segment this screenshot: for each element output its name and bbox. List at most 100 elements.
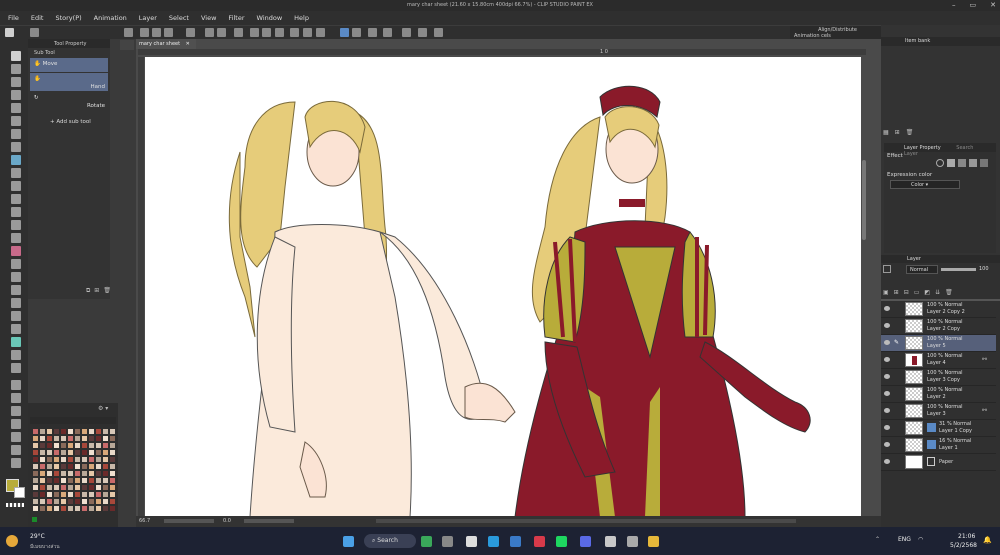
pen-tool-icon[interactable] [5, 28, 14, 37]
trash-icon[interactable]: 🗑 [945, 289, 953, 296]
color-swatch[interactable] [109, 470, 116, 477]
snap-icon[interactable] [340, 28, 349, 37]
spotify-icon[interactable] [556, 536, 567, 547]
color-swatch[interactable] [81, 442, 88, 449]
color-swatch[interactable] [88, 463, 95, 470]
color-swatch[interactable] [39, 463, 46, 470]
color-swatch[interactable] [109, 477, 116, 484]
blend-icon[interactable] [11, 220, 21, 230]
layer-row[interactable]: 100 % Normal Layer 3 ⚯ [881, 403, 996, 420]
close-icon[interactable]: ✕ [990, 1, 996, 9]
duplicate-icon[interactable]: ⧉ [86, 287, 90, 295]
color-swatch[interactable] [60, 484, 67, 491]
text-tool-icon[interactable] [11, 298, 21, 308]
color-swatch[interactable] [95, 505, 102, 512]
border-effect-icon[interactable] [936, 159, 944, 167]
color-swatch[interactable] [46, 505, 53, 512]
color-swatch[interactable] [32, 484, 39, 491]
weather-icon[interactable] [6, 535, 18, 547]
visibility-icon[interactable] [884, 306, 890, 311]
expression-color-select[interactable]: Color ▾ [890, 180, 960, 189]
decoration-icon[interactable] [11, 194, 21, 204]
color-swatch[interactable] [46, 449, 53, 456]
color-swatch[interactable] [53, 470, 60, 477]
color-wheel-icon[interactable] [30, 28, 39, 37]
layer-property-tab[interactable]: Layer Property Search Layer [884, 143, 996, 157]
color-swatch[interactable] [53, 449, 60, 456]
color-swatch[interactable] [39, 470, 46, 477]
visibility-icon[interactable] [884, 442, 890, 447]
frame-icon[interactable] [11, 272, 21, 282]
zoom-level[interactable]: 66.7 [139, 518, 150, 524]
zoom-tool-icon[interactable] [11, 64, 21, 74]
move-tool-icon[interactable] [11, 77, 21, 87]
merge-icon[interactable]: ⇊ [935, 289, 940, 296]
color-swatch[interactable] [67, 505, 74, 512]
color-swatch[interactable] [95, 456, 102, 463]
app-icon[interactable] [534, 536, 545, 547]
canvas-icon[interactable] [124, 28, 133, 37]
color-swatch[interactable] [109, 435, 116, 442]
share-icon[interactable] [186, 28, 195, 37]
clock-date[interactable]: 5/2/2568 [950, 542, 977, 549]
zoom-slider[interactable] [164, 519, 214, 523]
color-swatch[interactable] [53, 505, 60, 512]
gradient-icon[interactable] [11, 246, 21, 256]
layer-row[interactable]: 16 % Normal Layer 1 [881, 437, 996, 454]
new-vector-layer-icon[interactable]: ⊟ [904, 289, 909, 296]
menu-file[interactable]: File [8, 14, 19, 22]
menu-view[interactable]: View [201, 14, 216, 22]
color-swatch[interactable] [88, 435, 95, 442]
line-icon[interactable] [11, 350, 21, 360]
color-set-menu-icon[interactable]: ⚙ ▾ [98, 405, 108, 412]
canvas-menu-icon[interactable] [120, 40, 134, 50]
color-swatch[interactable] [102, 449, 109, 456]
color-swatch[interactable] [81, 484, 88, 491]
color-swatch[interactable] [32, 442, 39, 449]
color-swatch[interactable] [102, 498, 109, 505]
vertical-scrollbar[interactable] [862, 160, 866, 240]
color-swatch[interactable] [102, 505, 109, 512]
color-swatch[interactable] [81, 435, 88, 442]
sub-color-swatch[interactable] [14, 487, 25, 498]
color-swatch[interactable] [60, 505, 67, 512]
shape-icon[interactable] [11, 363, 21, 373]
color-swatch[interactable] [109, 498, 116, 505]
color-swatch[interactable] [46, 484, 53, 491]
color-swatch[interactable] [53, 442, 60, 449]
tray-chevron-icon[interactable]: ⌃ [875, 536, 880, 543]
discord-icon[interactable] [580, 536, 591, 547]
transparent-color-swatch[interactable] [6, 503, 24, 507]
color-swatch[interactable] [74, 428, 81, 435]
color-swatch[interactable] [39, 477, 46, 484]
color-swatch[interactable] [53, 484, 60, 491]
color-swatch[interactable] [39, 491, 46, 498]
app-icon[interactable] [510, 536, 521, 547]
visibility-icon[interactable] [884, 374, 890, 379]
color-swatch[interactable] [53, 435, 60, 442]
color-swatch[interactable] [81, 477, 88, 484]
ruler-icon[interactable] [290, 28, 299, 37]
color-swatch[interactable] [102, 477, 109, 484]
cloud-icon[interactable] [434, 28, 443, 37]
visibility-icon[interactable] [884, 340, 890, 345]
color-swatch[interactable] [67, 435, 74, 442]
color-swatch[interactable] [88, 491, 95, 498]
color-swatch[interactable] [74, 442, 81, 449]
eyedropper-icon[interactable] [11, 129, 21, 139]
color-swatch[interactable] [88, 470, 95, 477]
color-swatch[interactable] [67, 463, 74, 470]
color-swatch[interactable] [39, 428, 46, 435]
color-swatch[interactable] [81, 456, 88, 463]
color-swatch[interactable] [74, 456, 81, 463]
color-swatch[interactable] [102, 491, 109, 498]
minimize-icon[interactable]: – [952, 1, 956, 9]
new-folder-icon[interactable]: ▭ [914, 289, 920, 296]
color-swatch[interactable] [46, 435, 53, 442]
snap-ruler-icon[interactable] [352, 28, 361, 37]
color-swatch[interactable] [67, 442, 74, 449]
search-box[interactable]: ⌕ Search [364, 534, 416, 548]
color-swatch[interactable] [102, 463, 109, 470]
color-swatch[interactable] [53, 428, 60, 435]
deselect-icon[interactable] [275, 28, 284, 37]
